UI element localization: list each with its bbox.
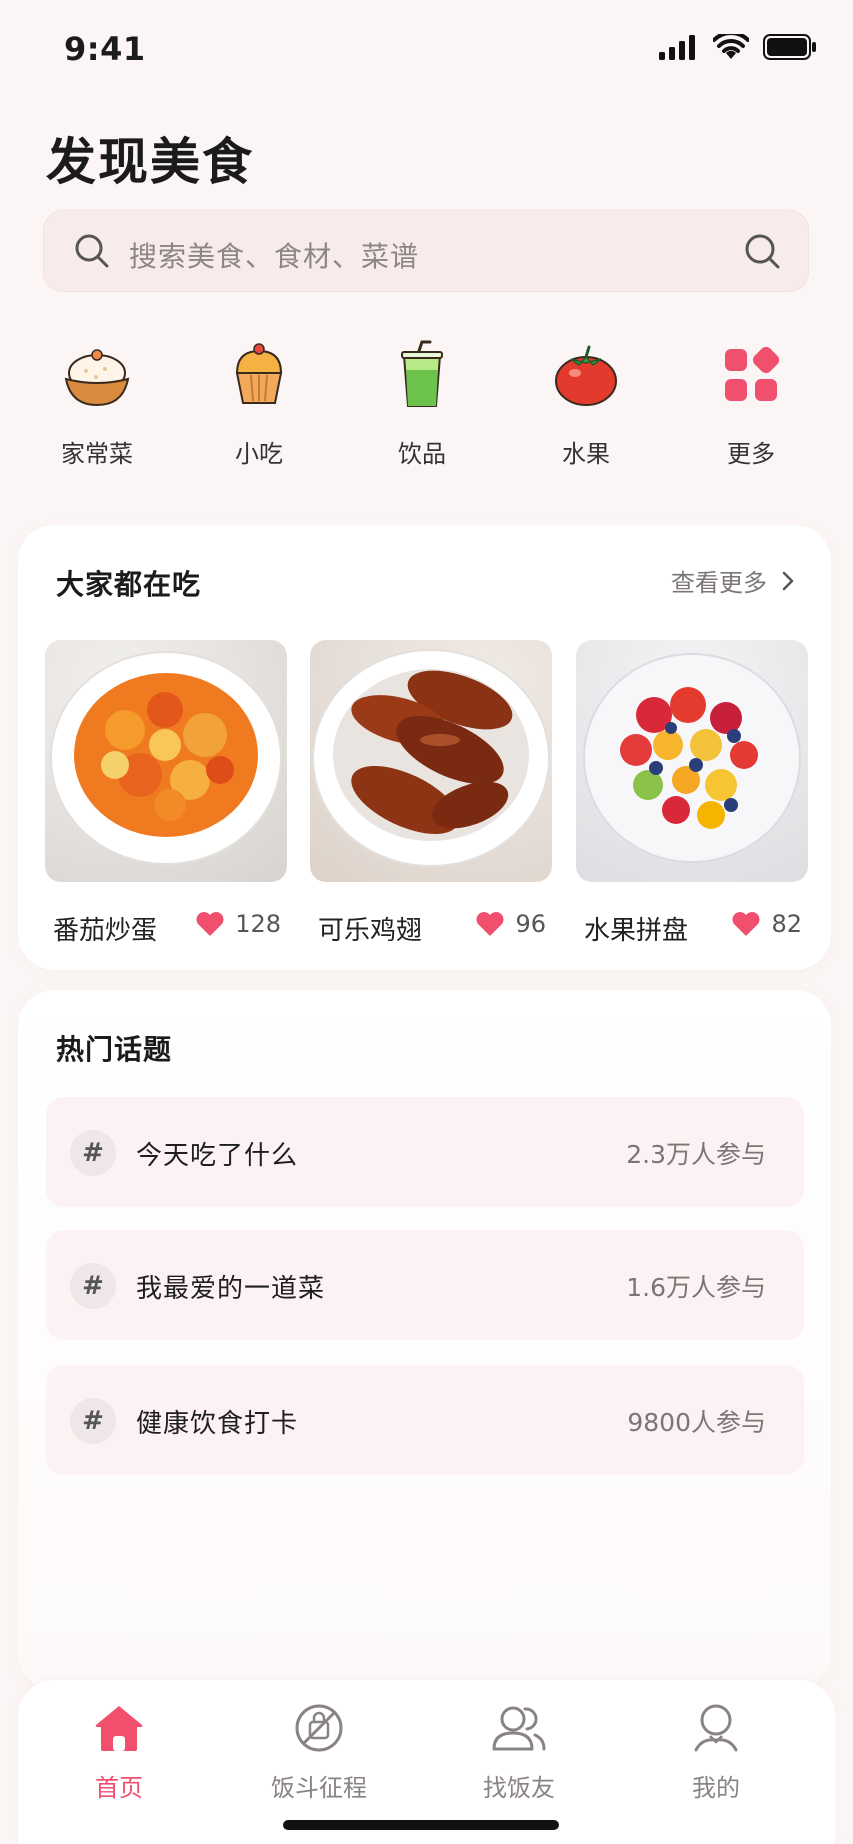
category-fruit[interactable]: 水果 bbox=[526, 330, 646, 469]
chevron-right-icon bbox=[782, 571, 794, 590]
search-icon bbox=[75, 234, 109, 268]
hot-topics-card: 热门话题 # 今天吃了什么 2.3万人参与 # 我最爱的一道菜 1.6万人参与 … bbox=[18, 990, 831, 1690]
category-snacks[interactable]: 小吃 bbox=[199, 330, 319, 469]
topic-label: 健康饮食打卡 bbox=[136, 1409, 299, 1439]
battery-icon bbox=[763, 34, 816, 60]
rice-bowl-icon bbox=[64, 349, 130, 407]
topic-label: 今天吃了什么 bbox=[136, 1141, 299, 1171]
see-more-label: 查看更多 bbox=[671, 569, 767, 597]
heart-icon bbox=[476, 912, 504, 936]
topic-item[interactable]: # 我最爱的一道菜 1.6万人参与 bbox=[46, 1230, 804, 1340]
grid-more-icon bbox=[725, 347, 779, 401]
tab-find-friends[interactable]: 找饭友 bbox=[444, 1700, 594, 1803]
section-title: 大家都在吃 bbox=[56, 568, 202, 601]
topic-count: 9800人参与 bbox=[627, 1408, 766, 1437]
status-time: 9:41 bbox=[64, 30, 146, 68]
category-more[interactable]: 更多 bbox=[691, 330, 811, 469]
food-name: 番茄炒蛋 bbox=[53, 916, 158, 946]
like-count-value: 128 bbox=[235, 910, 281, 938]
tab-label: 找饭友 bbox=[483, 1774, 555, 1802]
category-label: 饮品 bbox=[398, 440, 446, 468]
tomato-icon bbox=[555, 345, 617, 406]
tab-journey[interactable]: 饭斗征程 bbox=[244, 1700, 394, 1803]
hashtag-icon: # bbox=[70, 1130, 116, 1176]
food-name: 可乐鸡翅 bbox=[318, 916, 423, 946]
tab-label: 首页 bbox=[95, 1774, 143, 1802]
heart-icon bbox=[732, 912, 760, 936]
hashtag-icon: # bbox=[70, 1263, 116, 1309]
tab-label: 我的 bbox=[692, 1774, 740, 1802]
food-photo bbox=[576, 640, 808, 882]
search-input[interactable]: 搜索美食、食材、菜谱 bbox=[129, 235, 419, 275]
everyone-eating-card: 大家都在吃 查看更多 番茄炒蛋 128 可乐鸡翅 96 水果拼盘 82 bbox=[18, 525, 831, 970]
tab-profile[interactable]: 我的 bbox=[641, 1700, 791, 1803]
search-submit-icon[interactable] bbox=[742, 231, 782, 271]
food-photo bbox=[310, 640, 552, 882]
see-more-link[interactable]: 查看更多 bbox=[671, 563, 795, 598]
like-count-value: 82 bbox=[771, 910, 802, 938]
drink-icon bbox=[401, 340, 443, 407]
section-title: 热门话题 bbox=[56, 1033, 173, 1066]
wifi-icon bbox=[713, 34, 749, 59]
category-label: 更多 bbox=[727, 440, 775, 468]
food-card[interactable]: 可乐鸡翅 96 bbox=[310, 640, 552, 946]
topic-item[interactable]: # 健康饮食打卡 9800人参与 bbox=[46, 1365, 804, 1475]
heart-icon bbox=[196, 912, 224, 936]
topic-label: 我最爱的一道菜 bbox=[136, 1274, 326, 1304]
food-name: 水果拼盘 bbox=[584, 916, 689, 946]
category-row: 家常菜 小吃 饮品 水果 更多 bbox=[0, 330, 853, 480]
topic-item[interactable]: # 今天吃了什么 2.3万人参与 bbox=[46, 1097, 804, 1207]
food-card[interactable]: 番茄炒蛋 128 bbox=[45, 640, 287, 946]
like-count[interactable]: 96 bbox=[475, 910, 546, 938]
signal-icon bbox=[659, 35, 695, 60]
tab-home[interactable]: 首页 bbox=[44, 1700, 194, 1803]
cupcake-icon bbox=[235, 343, 283, 404]
food-card[interactable]: 水果拼盘 82 bbox=[576, 640, 808, 946]
category-label: 水果 bbox=[562, 440, 610, 468]
home-icon bbox=[95, 1706, 143, 1751]
page-title: 发现美食 bbox=[46, 133, 254, 191]
like-count-value: 96 bbox=[515, 910, 546, 938]
profile-icon bbox=[694, 1704, 738, 1752]
friends-icon bbox=[492, 1706, 546, 1751]
like-count[interactable]: 128 bbox=[195, 910, 281, 938]
category-drinks[interactable]: 饮品 bbox=[362, 330, 482, 469]
topic-count: 1.6万人参与 bbox=[626, 1273, 766, 1302]
category-label: 家常菜 bbox=[61, 440, 133, 468]
journey-icon bbox=[295, 1704, 343, 1752]
like-count[interactable]: 82 bbox=[731, 910, 802, 938]
status-icons bbox=[659, 34, 817, 60]
food-photo bbox=[45, 640, 287, 882]
category-home-cooking[interactable]: 家常菜 bbox=[37, 330, 157, 469]
home-indicator bbox=[283, 1820, 559, 1830]
search-bar[interactable]: 搜索美食、食材、菜谱 bbox=[43, 210, 809, 292]
status-bar: 9:41 bbox=[0, 0, 853, 100]
category-label: 小吃 bbox=[235, 440, 283, 468]
topic-count: 2.3万人参与 bbox=[626, 1140, 766, 1169]
hashtag-icon: # bbox=[70, 1398, 116, 1444]
tab-label: 饭斗征程 bbox=[271, 1774, 367, 1802]
